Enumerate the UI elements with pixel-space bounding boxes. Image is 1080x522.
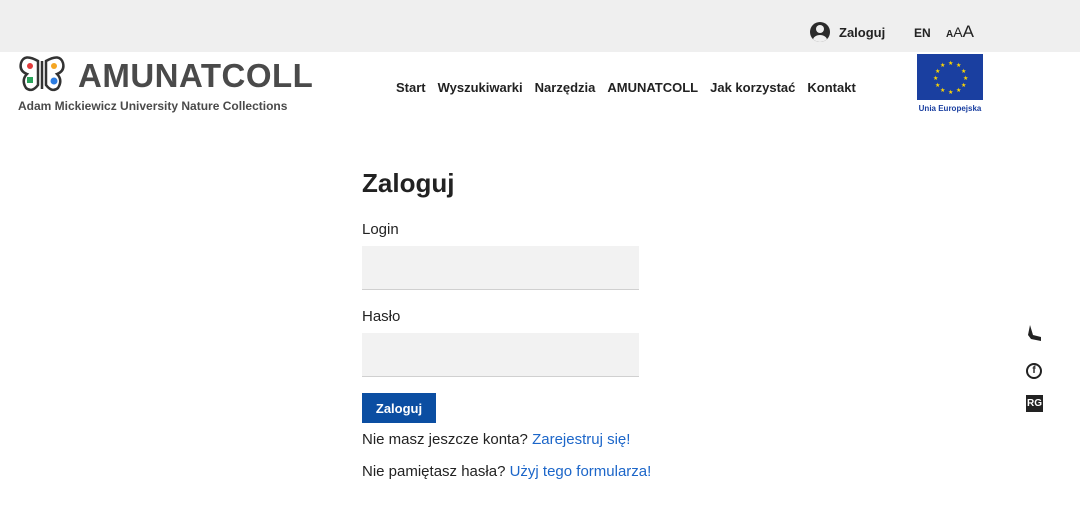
font-size-medium[interactable]: A [953,24,962,40]
butterfly-logo-icon [19,56,65,92]
login-submit-button[interactable]: Zaloguj [362,393,436,423]
login-input[interactable] [362,246,639,290]
register-prompt: Nie masz jeszcze konta? Zarejestruj się! [362,431,652,449]
nav-item-start[interactable]: Start [396,80,426,95]
orcid-shape [1028,325,1041,341]
top-login-label[interactable]: Zaloguj [839,25,885,40]
login-field-group: Login [362,221,652,290]
language-switch[interactable]: EN [914,26,931,40]
font-size-large[interactable]: A [963,22,974,42]
top-login-link[interactable]: Zaloguj [810,22,885,42]
password-field-group: Hasło [362,308,652,377]
font-size-small[interactable]: A [946,29,953,40]
nav-item-amunatcoll[interactable]: AMUNATCOLL [607,80,698,95]
facebook-icon[interactable]: f [1026,363,1042,379]
register-link[interactable]: Zarejestruj się! [532,431,630,448]
main-nav: Start Wyszukiwarki Narzędzia AMUNATCOLL … [396,80,868,95]
logo-title: AMUNATCOLL [78,57,314,94]
user-icon [810,22,830,42]
forgot-password-link[interactable]: Użyj tego formularza! [510,463,652,480]
orcid-icon[interactable] [1026,324,1054,347]
top-bar: Zaloguj EN A A A [0,0,1080,52]
login-form: Zaloguj Login Hasło Zaloguj Nie masz jes… [362,168,652,495]
password-input[interactable] [362,333,639,377]
researchgate-icon[interactable]: RG [1026,395,1043,412]
eu-flag-icon: ★ ★ ★ ★ ★ ★ ★ ★ ★ ★ ★ ★ [917,54,983,100]
eu-logo: ★ ★ ★ ★ ★ ★ ★ ★ ★ ★ ★ ★ Unia Europejska [917,54,983,116]
forgot-text: Nie pamiętasz hasła? [362,463,506,480]
site-logo[interactable]: AMUNATCOLL Adam Mickiewicz University Na… [18,55,318,117]
login-label: Login [362,221,399,238]
logo-subtitle: Adam Mickiewicz University Nature Collec… [18,99,288,113]
eu-label: Unia Europejska [918,104,982,113]
nav-item-narzedzia[interactable]: Narzędzia [535,80,596,95]
font-size-control[interactable]: A A A [946,22,974,42]
register-text: Nie masz jeszcze konta? [362,431,528,448]
nav-item-wyszukiwarki[interactable]: Wyszukiwarki [438,80,523,95]
password-label: Hasło [362,308,401,325]
nav-item-kontakt[interactable]: Kontakt [807,80,855,95]
nav-item-jak-korzystac[interactable]: Jak korzystać [710,80,795,95]
forgot-password-prompt: Nie pamiętasz hasła? Użyj tego formularz… [362,463,652,481]
page-title: Zaloguj [362,168,455,198]
social-links: f RG [1026,324,1054,428]
